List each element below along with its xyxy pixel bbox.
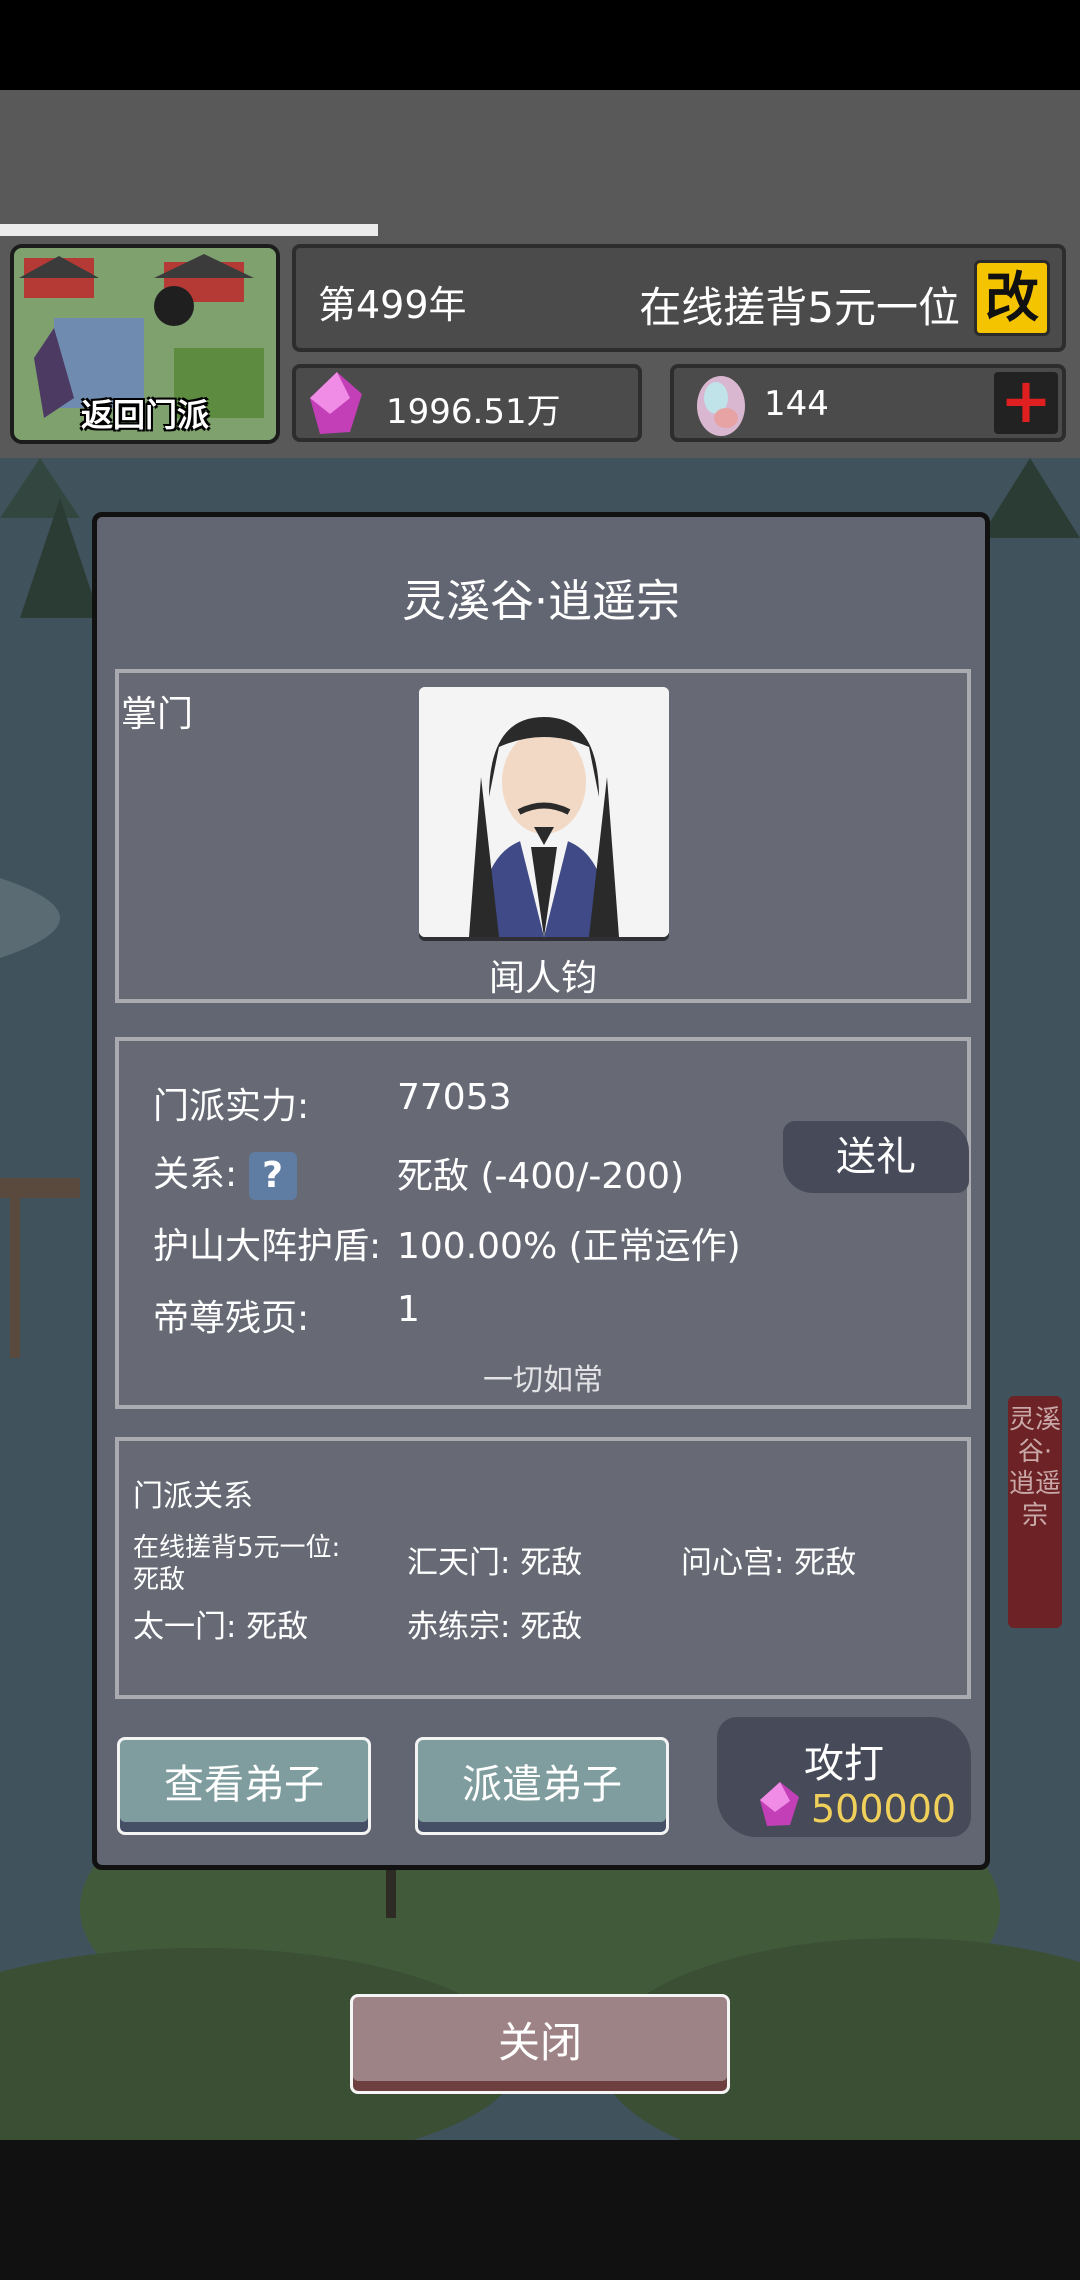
relation-help-icon[interactable]: ? bbox=[248, 1152, 297, 1200]
relation-item: 问心宫: 死敌 bbox=[681, 1545, 857, 1581]
relation-item: 太一门: 死敌 bbox=[133, 1609, 309, 1645]
relation-item: 死敌 bbox=[133, 1565, 186, 1595]
dialog-title: 灵溪谷·逍遥宗 bbox=[402, 576, 680, 627]
spirit-stone-icon bbox=[760, 1782, 799, 1826]
relic-pages-value: 1 bbox=[397, 1289, 420, 1330]
sect-info-dialog: 灵溪谷·逍遥宗 掌门 闻人钧 门派实力: 77053 关系: ? 死敌 (-40… bbox=[92, 512, 990, 1870]
spirit-stone-counter: 1996.51万 bbox=[292, 364, 642, 442]
gem-egg-icon bbox=[697, 376, 745, 436]
gem-counter: 144 + bbox=[670, 364, 1066, 442]
strength-value: 77053 bbox=[397, 1077, 512, 1118]
relations-title: 门派关系 bbox=[133, 1479, 253, 1514]
attack-cost: 500000 bbox=[811, 1787, 957, 1831]
relation-item: 汇天门: 死敌 bbox=[407, 1545, 583, 1581]
add-gems-button[interactable]: + bbox=[994, 370, 1058, 434]
year-counter: 第499年 bbox=[318, 283, 467, 327]
return-to-sect-button[interactable]: 返回门派 bbox=[10, 244, 280, 444]
rename-button[interactable]: 改 bbox=[974, 260, 1050, 336]
player-sect-name: 在线搓背5元一位 bbox=[639, 283, 960, 332]
spirit-stone-icon bbox=[310, 372, 362, 434]
sect-stats-section: 门派实力: 77053 关系: ? 死敌 (-400/-200) 送礼 护山大阵… bbox=[115, 1037, 971, 1409]
leader-portrait[interactable] bbox=[419, 687, 669, 937]
relation-label: 关系: bbox=[153, 1154, 238, 1195]
leader-name: 闻人钧 bbox=[488, 958, 597, 999]
return-to-sect-label: 返回门派 bbox=[80, 396, 209, 434]
close-button[interactable]: 关闭 bbox=[350, 1994, 730, 2094]
spirit-stone-amount: 1996.51万 bbox=[386, 392, 561, 432]
progress-bar-fill bbox=[0, 224, 378, 236]
status-note: 一切如常 bbox=[483, 1363, 603, 1398]
shield-label: 护山大阵护盾: bbox=[153, 1226, 382, 1267]
attack-button[interactable]: 攻打 500000 bbox=[717, 1717, 971, 1837]
bottom-navigation-bar bbox=[0, 2140, 1080, 2280]
relic-pages-label: 帝尊残页: bbox=[153, 1298, 310, 1339]
leader-avatar-image bbox=[419, 687, 669, 937]
view-disciples-button[interactable]: 查看弟子 bbox=[117, 1737, 371, 1835]
send-gift-button[interactable]: 送礼 bbox=[783, 1121, 969, 1193]
sect-relations-section: 门派关系 在线搓背5元一位: 死敌 汇天门: 死敌 问心宫: 死敌 太一门: 死… bbox=[115, 1437, 971, 1699]
relation-row: 关系: ? bbox=[153, 1145, 297, 1200]
leader-section: 掌门 闻人钧 bbox=[115, 669, 971, 1003]
leader-label: 掌门 bbox=[121, 694, 194, 735]
relation-value: 死敌 (-400/-200) bbox=[397, 1156, 685, 1197]
relation-item: 赤练宗: 死敌 bbox=[407, 1609, 583, 1645]
strength-label: 门派实力: bbox=[153, 1086, 310, 1127]
side-banner: 灵溪谷·逍遥宗 bbox=[1008, 1396, 1062, 1628]
status-bar bbox=[0, 0, 1080, 90]
progress-bar bbox=[0, 224, 1080, 236]
shield-value: 100.00% (正常运作) bbox=[397, 1226, 741, 1267]
info-bar: 第499年 在线搓背5元一位 改 bbox=[292, 244, 1066, 352]
gem-amount: 144 bbox=[764, 384, 829, 424]
dispatch-disciples-button[interactable]: 派遣弟子 bbox=[415, 1737, 669, 1835]
